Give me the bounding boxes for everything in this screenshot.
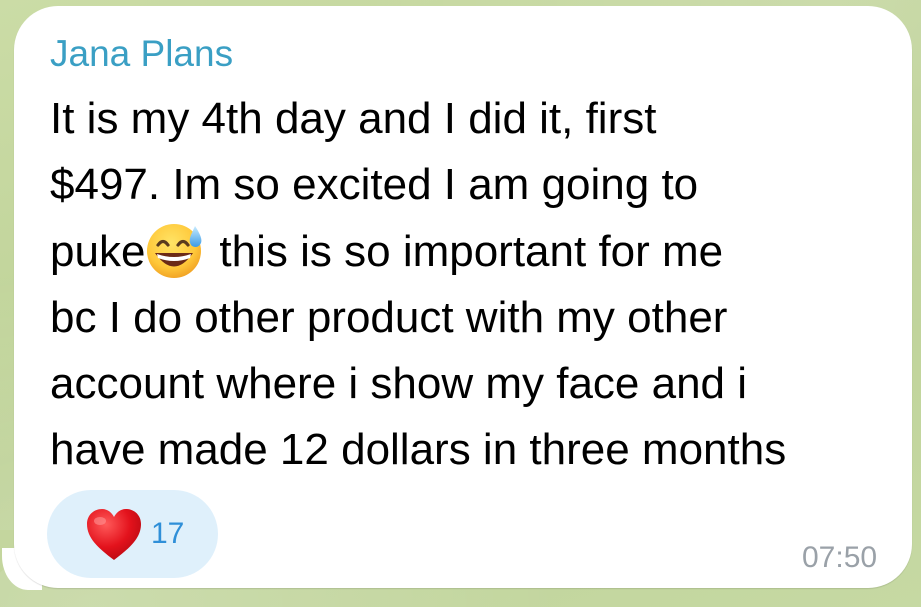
message-line: $497. Im so excited I am going to (50, 160, 699, 209)
red-heart-icon (85, 508, 143, 562)
message-bubble[interactable]: Jana Plans It is my 4th day and I did it… (14, 6, 912, 588)
reaction-button[interactable]: 17 (47, 490, 218, 578)
reaction-count: 17 (151, 517, 185, 550)
message-line: have made 12 dollars in three months (50, 425, 787, 474)
message-line: It is my 4th day and I did it, first (50, 94, 657, 143)
message-line-segment: this is so important for me (219, 227, 724, 276)
message-line: bc I do other product with my other (50, 293, 728, 342)
message-text: It is my 4th day and I did it, first $49… (50, 86, 910, 483)
sender-name[interactable]: Jana Plans (50, 32, 233, 76)
message-line-segment: puke (50, 227, 146, 276)
grinning-face-with-sweat-icon (145, 218, 207, 280)
message-timestamp: 07:50 (802, 541, 878, 574)
message-line: puke this is so important for me (50, 218, 910, 285)
message-line: account where i show my face and i (50, 359, 748, 408)
